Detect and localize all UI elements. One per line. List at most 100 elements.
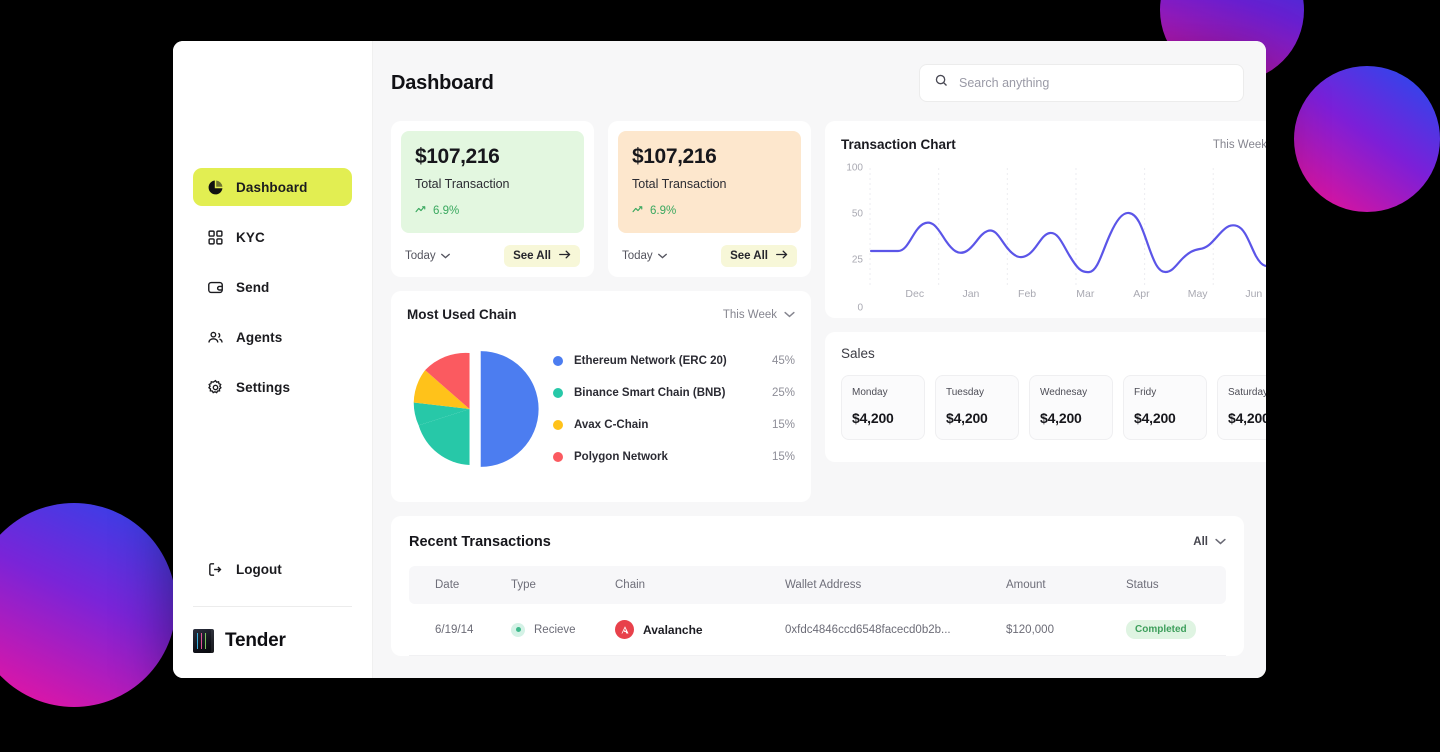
transaction-chart-filter-dropdown[interactable]: This Week <box>1213 139 1266 151</box>
column-header-date: Date <box>409 566 501 604</box>
see-all-button[interactable]: See All <box>721 245 797 267</box>
users-group-icon <box>207 329 224 346</box>
sidebar-item-dashboard[interactable]: Dashboard <box>193 168 352 206</box>
stat-cards-row: $107,216 Total Transaction 6.9% <box>391 121 811 277</box>
see-all-button[interactable]: See All <box>504 245 580 267</box>
legend-label: Avax C-Chain <box>574 419 772 431</box>
trend-up-icon <box>415 205 428 217</box>
chain-pie-chart <box>407 334 547 484</box>
legend-percent: 15% <box>772 451 795 463</box>
stat-card-footer: Today See All <box>618 245 801 267</box>
x-tick-label: Jun <box>1245 288 1262 300</box>
trend-up-icon <box>632 205 645 217</box>
sidebar-item-send[interactable]: Send <box>193 268 352 306</box>
logout-icon <box>207 561 224 578</box>
x-tick-label: Apr <box>1133 288 1149 300</box>
line-chart-svg <box>869 168 1266 286</box>
avalanche-icon <box>615 620 634 639</box>
legend-item: Binance Smart Chain (BNB) 25% <box>553 387 795 399</box>
sidebar-item-settings[interactable]: Settings <box>193 368 352 406</box>
cell-chain-label: Avalanche <box>643 623 703 637</box>
legend-label: Ethereum Network (ERC 20) <box>574 355 772 367</box>
sidebar-item-kyc[interactable]: KYC <box>193 218 352 256</box>
sales-amount: $4,200 <box>1040 410 1102 426</box>
sales-tile[interactable]: Fridy $4,200 <box>1123 375 1207 440</box>
stat-card-total-transaction-2: $107,216 Total Transaction 6.9% <box>608 121 811 277</box>
see-all-label: See All <box>730 250 768 262</box>
cell-chain: Avalanche <box>605 604 775 656</box>
sidebar-item-label: Settings <box>236 380 290 395</box>
arrow-right-icon <box>776 250 788 262</box>
most-used-chain-title: Most Used Chain <box>407 307 517 322</box>
filter-label: All <box>1193 536 1208 548</box>
x-tick-label: Feb <box>1018 288 1036 300</box>
search-input[interactable] <box>959 76 1229 90</box>
stat-period-label: Today <box>405 250 436 262</box>
chevron-down-icon <box>1215 536 1226 548</box>
legend-percent: 25% <box>772 387 795 399</box>
sidebar-item-logout[interactable]: Logout <box>193 554 296 584</box>
x-tick-label: Mar <box>1076 288 1094 300</box>
stat-period-dropdown[interactable]: Today <box>405 250 450 262</box>
y-tick-label: 100 <box>846 163 863 174</box>
stat-delta-value: 6.9% <box>433 205 459 217</box>
table-body: 6/19/14 Recieve <box>409 604 1226 656</box>
column-header-status: Status <box>1116 566 1226 604</box>
y-tick-label: 0 <box>857 303 863 314</box>
sales-tile[interactable]: Wednesay $4,200 <box>1029 375 1113 440</box>
sidebar-item-agents[interactable]: Agents <box>193 318 352 356</box>
column-header-amount: Amount <box>996 566 1116 604</box>
stat-label: Total Transaction <box>415 177 570 191</box>
table-row[interactable]: 6/19/14 Recieve <box>409 604 1226 656</box>
legend-color-dot <box>553 356 563 366</box>
screen-root: Dashboard KYC <box>0 0 1440 752</box>
stat-card-footer: Today See All <box>401 245 584 267</box>
right-column: Transaction Chart This Week 100 <box>825 121 1266 502</box>
page-title: Dashboard <box>391 72 494 95</box>
brand: Tender <box>193 629 286 653</box>
legend-percent: 45% <box>772 355 795 367</box>
column-header-wallet: Wallet Address <box>775 566 996 604</box>
stat-card-body: $107,216 Total Transaction 6.9% <box>618 131 801 233</box>
chevron-down-icon <box>658 250 667 262</box>
grid-squares-icon <box>207 229 224 246</box>
top-bar: Dashboard <box>391 63 1244 103</box>
stat-delta-value: 6.9% <box>650 205 676 217</box>
legend-color-dot <box>553 452 563 462</box>
x-tick-label: Dec <box>905 288 924 300</box>
left-column: $107,216 Total Transaction 6.9% <box>391 121 811 502</box>
stat-period-dropdown[interactable]: Today <box>622 250 667 262</box>
sales-day-label: Wednesay <box>1040 387 1102 398</box>
search-bar[interactable] <box>919 64 1244 102</box>
legend-label: Polygon Network <box>574 451 772 463</box>
sidebar-item-label: KYC <box>236 230 265 245</box>
recent-transactions-filter-dropdown[interactable]: All <box>1193 536 1226 548</box>
filter-label: This Week <box>723 309 777 321</box>
chart-y-axis: 100 50 25 0 <box>841 168 867 308</box>
stat-delta: 6.9% <box>415 205 570 217</box>
receive-icon <box>511 623 525 637</box>
sales-tile[interactable]: Tuesday $4,200 <box>935 375 1019 440</box>
sales-amount: $4,200 <box>852 410 914 426</box>
column-header-chain: Chain <box>605 566 775 604</box>
sales-tile[interactable]: Saturday $4,200 <box>1217 375 1266 440</box>
stat-card-body: $107,216 Total Transaction 6.9% <box>401 131 584 233</box>
recent-transactions-card: Recent Transactions All Date Type Chain <box>391 516 1244 656</box>
dashboard-grid: $107,216 Total Transaction 6.9% <box>391 121 1244 502</box>
cell-type: Recieve <box>501 604 605 656</box>
legend-color-dot <box>553 388 563 398</box>
sales-tile[interactable]: Monday $4,200 <box>841 375 925 440</box>
cell-status: Completed <box>1116 604 1226 656</box>
legend-label: Binance Smart Chain (BNB) <box>574 387 772 399</box>
x-tick-label: Jan <box>962 288 979 300</box>
card-header: Most Used Chain This Week <box>407 307 795 322</box>
most-used-chain-filter-dropdown[interactable]: This Week <box>723 309 795 321</box>
legend-item: Avax C-Chain 15% <box>553 419 795 431</box>
pie-slice-ethereum <box>481 351 539 467</box>
sidebar-item-label: Agents <box>236 330 282 345</box>
sidebar-logout-label: Logout <box>236 562 282 577</box>
y-tick-label: 50 <box>852 209 863 220</box>
sidebar-item-label: Dashboard <box>236 180 307 195</box>
sidebar: Dashboard KYC <box>173 41 373 678</box>
sales-tiles-row: Monday $4,200 Tuesday $4,200 Wednesay $4… <box>841 375 1266 440</box>
